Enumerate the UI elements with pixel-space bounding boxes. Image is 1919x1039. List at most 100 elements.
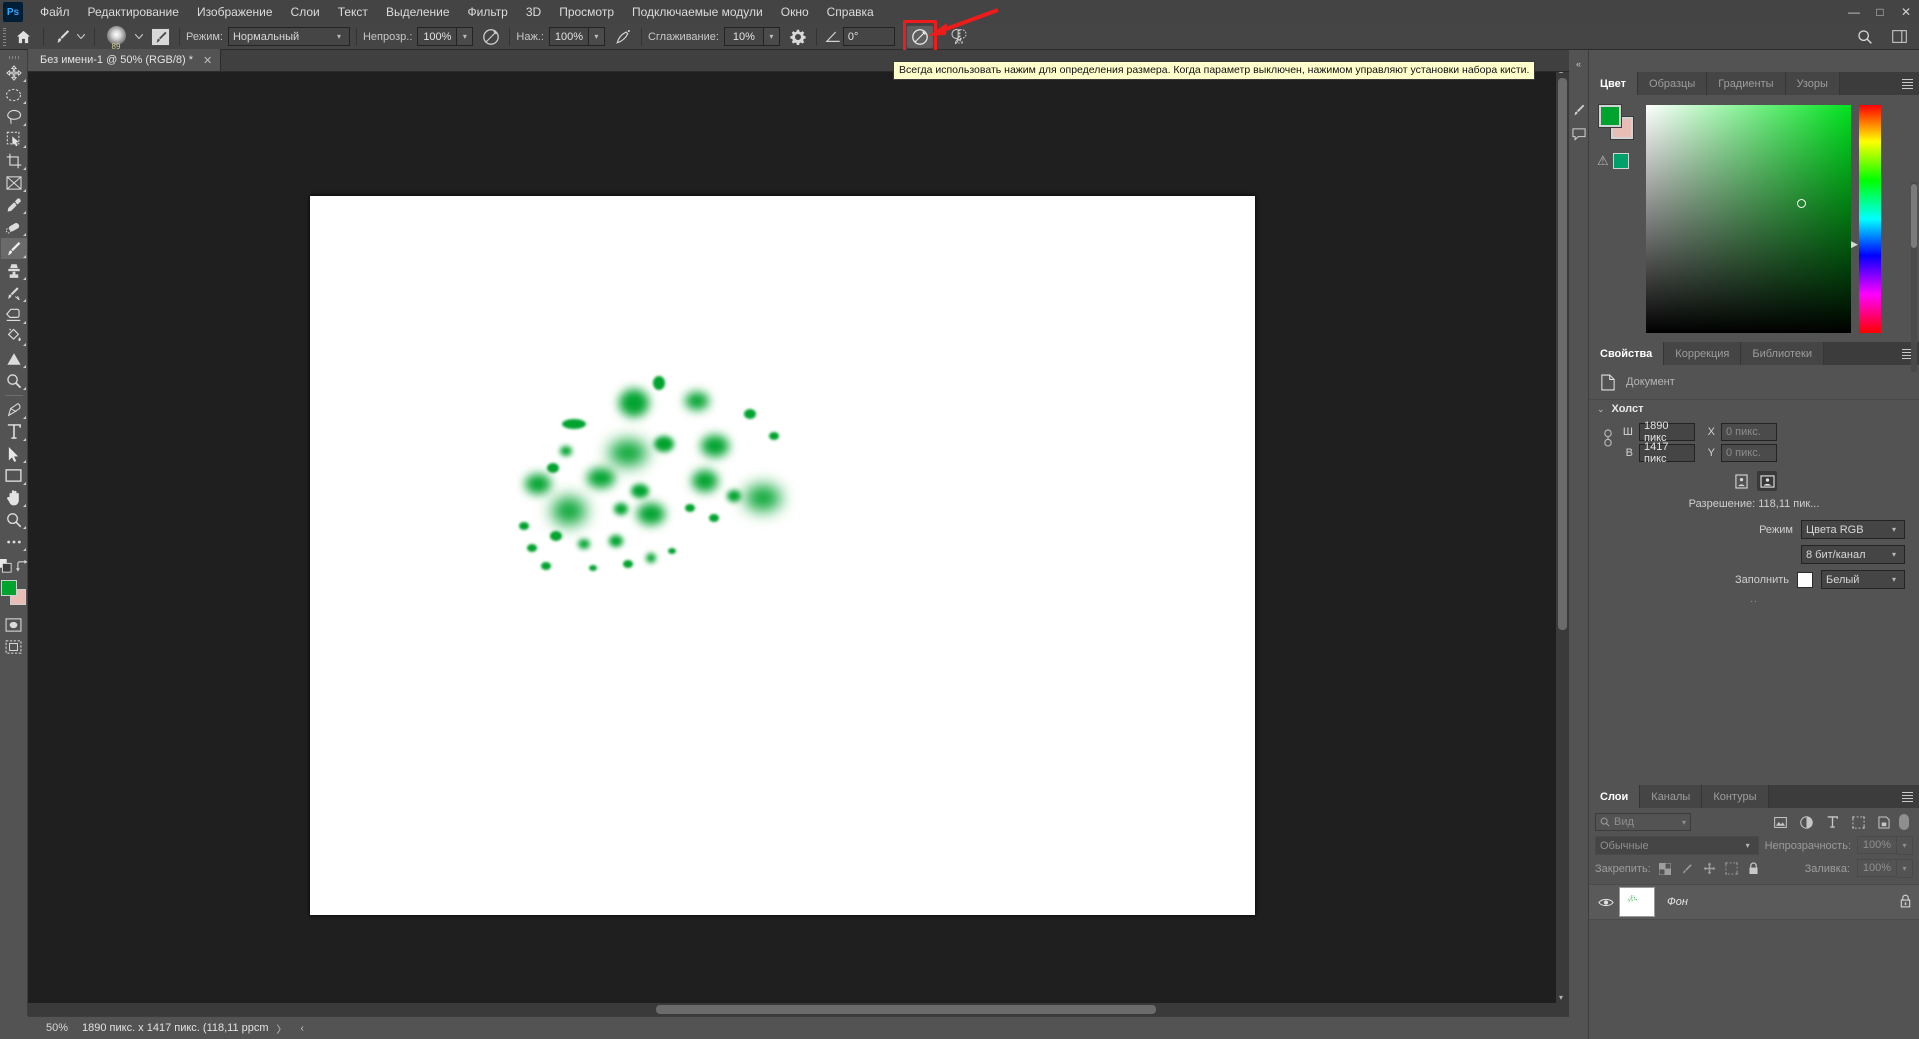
tab-paths[interactable]: Контуры (1702, 785, 1769, 808)
layer-fill-input[interactable]: 100% (1857, 859, 1897, 877)
type-filter-icon[interactable] (1821, 813, 1843, 831)
airbrush-icon[interactable] (611, 26, 635, 48)
menu-item-layers[interactable]: Слои (282, 1, 329, 23)
menu-item-image[interactable]: Изображение (188, 1, 282, 23)
tab-libraries[interactable]: Библиотеки (1741, 342, 1824, 365)
layer-fill-chevron-icon[interactable]: ▾ (1897, 859, 1913, 878)
menu-item-view[interactable]: Просмотр (550, 1, 623, 23)
sidebar-item-frame-tool[interactable] (1, 172, 27, 193)
fill-select[interactable]: Белый ▾ (1821, 570, 1905, 589)
brush-settings-panel-icon[interactable] (147, 26, 173, 48)
filter-toggle-icon[interactable] (1899, 814, 1909, 830)
sidebar-item-eyedropper-tool[interactable] (1, 194, 27, 215)
tab-patterns[interactable]: Узоры (1785, 72, 1840, 95)
sidebar-item-lasso-tool[interactable] (1, 106, 27, 127)
smoothing-chevron-icon[interactable]: ▾ (763, 27, 780, 46)
menu-item-edit[interactable]: Редактирование (79, 1, 188, 23)
pressure-opacity-icon[interactable] (479, 26, 503, 48)
hue-slider[interactable] (1859, 105, 1881, 333)
canvas-area[interactable]: ▴ ▾ (28, 72, 1569, 1016)
width-input[interactable]: 1890 пикс (1639, 420, 1695, 444)
bit-depth-select[interactable]: 8 бит/канал ▾ (1801, 545, 1905, 564)
gamut-warning-icon[interactable]: ⚠ (1597, 153, 1609, 169)
foreground-background-color[interactable] (0, 580, 27, 606)
shape-filter-icon[interactable] (1847, 813, 1869, 831)
menu-item-type[interactable]: Текст (329, 1, 377, 23)
gear-icon[interactable] (786, 26, 810, 48)
brush-preset-chevron-icon[interactable] (131, 26, 147, 48)
canvas-section-header[interactable]: ⌄ Холст (1589, 400, 1919, 418)
scroll-up-icon[interactable]: ▴ (1559, 72, 1563, 75)
y-input[interactable]: 0 пикс. (1721, 443, 1777, 462)
sidebar-item-dodge-tool[interactable] (1, 370, 27, 391)
x-input[interactable]: 0 пикс. (1721, 422, 1777, 441)
collapse-icon[interactable]: « (1570, 54, 1588, 74)
sidebar-item-rectangle-tool[interactable] (1, 465, 27, 486)
maximize-button[interactable]: □ (1867, 0, 1893, 24)
horizontal-scrollbar[interactable] (28, 1003, 1569, 1016)
workspace-icon[interactable] (1887, 26, 1911, 48)
layer-filter-select[interactable]: Вид ▾ (1595, 813, 1691, 831)
layer-opacity-chevron-icon[interactable]: ▾ (1897, 836, 1913, 855)
lock-all-icon[interactable] (1746, 861, 1761, 876)
tab-swatches[interactable]: Образцы (1638, 72, 1708, 95)
color-mode-select[interactable]: Цвета RGB ▾ (1801, 520, 1905, 539)
panel-menu-icon[interactable] (1902, 72, 1913, 95)
foreground-color-swatch[interactable] (1598, 104, 1622, 128)
layer-opacity-input[interactable]: 100% (1857, 836, 1897, 854)
close-icon[interactable]: ✕ (203, 54, 212, 67)
screen-mode-icon[interactable] (1, 636, 27, 657)
tab-properties[interactable]: Свойства (1589, 342, 1665, 365)
panel-resize-handle[interactable]: .. (1589, 592, 1919, 607)
link-dimensions-icon[interactable] (1603, 429, 1613, 450)
comments-icon[interactable] (1570, 124, 1588, 144)
menu-item-help[interactable]: Справка (818, 1, 883, 23)
sidebar-item-brush-tool[interactable] (0, 238, 27, 259)
layer-thumbnail[interactable] (1619, 887, 1655, 917)
status-expand-icon[interactable]: 〉 (277, 1021, 287, 1036)
lock-icon[interactable] (1900, 894, 1911, 911)
horizontal-scrollbar-thumb[interactable] (656, 1005, 1156, 1014)
search-icon[interactable] (1853, 26, 1877, 48)
smoothing-input[interactable]: 10% (723, 27, 764, 46)
lock-transparency-icon[interactable] (1658, 861, 1673, 876)
quick-mask-icon[interactable] (1, 614, 27, 635)
document-canvas[interactable] (310, 196, 1255, 915)
color-field[interactable] (1646, 105, 1851, 333)
tab-layers[interactable]: Слои (1589, 785, 1641, 808)
sidebar-item-crop-tool[interactable] (1, 150, 27, 171)
smart-object-filter-icon[interactable] (1873, 813, 1895, 831)
portrait-orientation-icon[interactable] (1731, 471, 1751, 491)
tab-adjustments[interactable]: Коррекция (1664, 342, 1742, 365)
sidebar-item-move-tool[interactable] (1, 62, 27, 83)
fill-color-swatch[interactable] (1797, 571, 1813, 588)
brush-tool-chevron-icon[interactable] (74, 26, 88, 48)
sidebar-item-edit-toolbar[interactable] (1, 531, 27, 552)
opacity-input[interactable]: 100% (417, 27, 458, 46)
flow-input[interactable]: 100% (548, 27, 589, 46)
sidebar-item-paint-bucket-tool[interactable] (1, 326, 27, 347)
sidebar-item-object-selection-tool[interactable] (1, 128, 27, 149)
menu-item-3d[interactable]: 3D (517, 1, 550, 23)
menu-item-filter[interactable]: Фильтр (459, 1, 517, 23)
zoom-level[interactable]: 50% (46, 1022, 74, 1034)
sidebar-item-healing-brush-tool[interactable] (1, 216, 27, 237)
toolbar-grip[interactable] (0, 52, 27, 62)
eye-icon[interactable] (1593, 897, 1619, 908)
sidebar-item-path-selection-tool[interactable] (1, 443, 27, 464)
panel-menu-icon[interactable] (1902, 785, 1913, 808)
lock-artboard-icon[interactable] (1724, 861, 1739, 876)
status-collapse-icon[interactable]: ‹ (301, 1023, 304, 1034)
tab-color[interactable]: Цвет (1589, 72, 1639, 95)
adjustment-filter-icon[interactable] (1795, 813, 1817, 831)
sidebar-item-zoom-tool[interactable] (1, 509, 27, 530)
sidebar-item-history-brush-tool[interactable] (1, 282, 27, 303)
scroll-down-icon[interactable]: ▾ (1559, 993, 1563, 1002)
brush-angle-input[interactable]: 0° (842, 27, 895, 46)
height-input[interactable]: 1417 пикс (1639, 441, 1695, 465)
options-bar-grip[interactable] (0, 24, 9, 50)
brush-tool-icon[interactable] (50, 26, 74, 48)
menu-item-window[interactable]: Окно (772, 1, 818, 23)
sidebar-item-pen-tool[interactable] (1, 399, 27, 420)
menu-item-file[interactable]: Файл (31, 1, 79, 23)
